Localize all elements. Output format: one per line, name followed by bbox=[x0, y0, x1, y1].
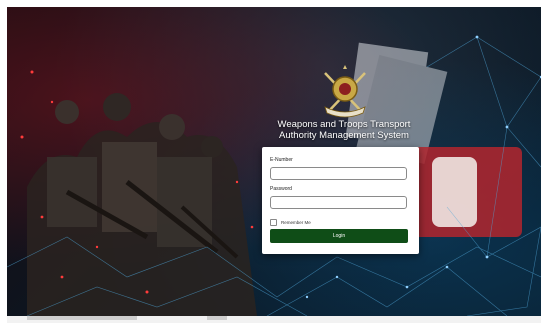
hand-stop-graphic bbox=[407, 147, 522, 237]
system-title-line1: Weapons and Troops Transport bbox=[277, 119, 411, 130]
email-field[interactable] bbox=[270, 167, 407, 180]
remember-me-row[interactable]: Remember Me bbox=[270, 219, 311, 226]
remember-me-label: Remember Me bbox=[281, 220, 311, 225]
strip-bar-left bbox=[27, 316, 137, 320]
password-label: Password bbox=[270, 186, 292, 192]
strip-bar-mid bbox=[207, 316, 227, 320]
email-label: E-Number bbox=[270, 157, 293, 163]
login-button[interactable]: Login bbox=[270, 229, 408, 243]
password-field[interactable] bbox=[270, 196, 407, 209]
system-title-line2: Authority Management System bbox=[279, 130, 409, 141]
login-screen: Weapons and Troops Transport Authority M… bbox=[7, 7, 541, 316]
army-emblem-icon bbox=[324, 65, 366, 118]
bottom-strip bbox=[7, 316, 541, 323]
remember-me-checkbox[interactable] bbox=[270, 219, 277, 226]
system-title: Weapons and Troops Transport Authority M… bbox=[269, 119, 419, 141]
login-form: E-Number Password Remember Me Login bbox=[262, 147, 419, 254]
